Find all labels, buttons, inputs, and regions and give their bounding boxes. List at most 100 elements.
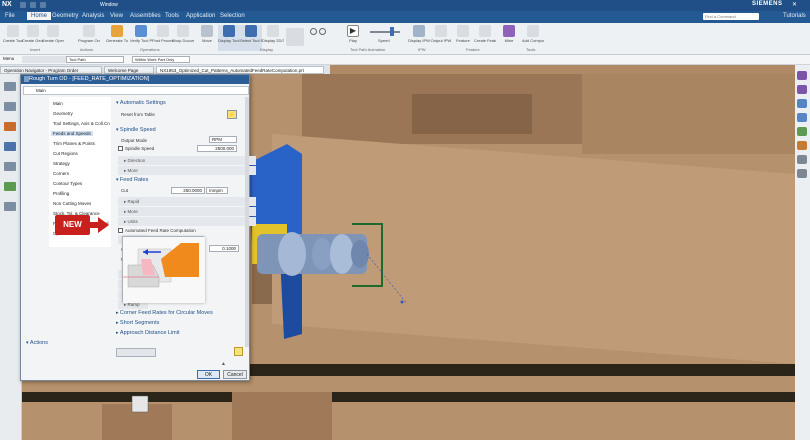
tree-item-selected[interactable]: Feeds and Speeds <box>51 131 93 136</box>
tree-item[interactable]: Contour Types <box>53 181 82 186</box>
ribbon-group-insert: Insert <box>30 47 41 52</box>
render-style-icon[interactable] <box>797 141 807 150</box>
dialog-scrollbar[interactable] <box>245 97 249 347</box>
reuse-library-icon[interactable] <box>4 162 16 171</box>
resource-bar-right <box>795 65 810 440</box>
fit-icon[interactable] <box>797 99 807 108</box>
part-navigator-icon[interactable] <box>4 102 16 111</box>
layer-icon[interactable] <box>797 169 807 178</box>
section-icon[interactable] <box>797 155 807 164</box>
roles-icon[interactable] <box>4 202 16 211</box>
tree-item[interactable]: Strategy <box>53 161 70 166</box>
display-tool-path-button[interactable]: Display Tool Path <box>218 25 240 51</box>
menu-geometry[interactable]: Geometry <box>52 13 78 19</box>
selection-icons[interactable] <box>22 56 72 63</box>
menu-home[interactable]: Home <box>27 12 52 20</box>
generate-tool-path-button[interactable]: Generate Tool Path <box>106 25 128 51</box>
menu-tools[interactable]: Tools <box>165 13 179 19</box>
tree-item[interactable]: Trim Planes & Points <box>53 141 95 146</box>
rotate-icon[interactable] <box>797 127 807 136</box>
view-icon[interactable] <box>797 71 807 80</box>
scope-select[interactable]: Within Work Part Only <box>132 56 190 63</box>
menu-button[interactable]: Menu <box>3 56 14 61</box>
app-logo[interactable]: NX <box>2 1 12 8</box>
feed-rates-header[interactable]: Feed Rates <box>116 177 148 183</box>
cut-feed-input[interactable]: 250.0000 <box>171 187 205 194</box>
csys-marker <box>131 395 149 413</box>
mine-button[interactable]: Mine <box>498 25 520 51</box>
dialog-gear-icon[interactable] <box>24 76 29 82</box>
window-menu[interactable]: Window <box>100 2 118 8</box>
menu-application[interactable]: Application <box>186 13 215 19</box>
dialog-title[interactable]: Rough Turn OD - [FEED_RATE_OPTIMIZATION] <box>21 75 249 84</box>
navigator-icon[interactable] <box>4 82 16 91</box>
create-tool-button[interactable]: Create Tool <box>2 25 24 51</box>
cut-label: Cut <box>121 188 129 193</box>
redo-icon[interactable] <box>40 2 46 8</box>
tree-item[interactable]: Tool Settings, Axis & Coll.Cn <box>53 121 110 126</box>
color-icon[interactable] <box>286 28 304 46</box>
more-feeds-subsection[interactable]: More <box>118 207 256 216</box>
create-operation-button[interactable]: Create Operation <box>42 25 64 51</box>
machine-tool-icon[interactable] <box>4 122 16 131</box>
save-icon[interactable] <box>20 2 26 8</box>
units-subsection[interactable]: Units <box>118 217 256 226</box>
type-filter-select[interactable]: Tool Path <box>66 56 124 63</box>
title-bar: NX Window SIEMENS ✕ <box>0 0 810 11</box>
auto-feed-checkbox[interactable] <box>118 228 123 233</box>
actions-header[interactable]: Actions <box>26 340 48 346</box>
close-icon[interactable]: ✕ <box>792 1 797 8</box>
command-search-input[interactable]: Find a Command <box>703 13 759 20</box>
zoom-icon[interactable] <box>797 113 807 122</box>
chip-thickness-input[interactable]: 0.1000 <box>209 245 239 252</box>
cancel-button[interactable]: Cancel <box>223 370 247 379</box>
dialog-search-bar[interactable]: Main <box>23 86 249 95</box>
move-button[interactable]: Move <box>196 25 218 51</box>
automatic-settings-header[interactable]: Automatic Settings <box>116 100 166 106</box>
menu-selection[interactable]: Selection <box>220 13 245 19</box>
history-icon[interactable] <box>4 182 16 191</box>
speed-slider[interactable]: Speed <box>370 26 410 43</box>
more-subsection[interactable]: More <box>118 166 256 175</box>
corner-feed-header[interactable]: Corner Feed Rates for Circular Moves <box>116 310 213 316</box>
new-badge: NEW <box>55 215 90 235</box>
menu-file[interactable]: File <box>5 13 15 19</box>
tree-item[interactable]: Cut Regions <box>53 151 78 156</box>
undo-icon[interactable] <box>30 2 36 8</box>
menu-assemblies[interactable]: Assemblies <box>130 13 161 19</box>
menu-view[interactable]: View <box>110 13 123 19</box>
tree-item[interactable]: Corners <box>53 171 69 176</box>
collapse-icon[interactable]: ▲ <box>221 361 226 367</box>
output-ipw-button[interactable]: Output IPW <box>430 25 452 51</box>
select-tool-path-button[interactable]: Select Tool Path <box>240 25 262 51</box>
tree-item[interactable]: Main <box>53 101 63 106</box>
feed-rate-callout <box>122 236 205 303</box>
tab-part-file[interactable]: NX1953_Optimized_Cut_Patterns_AutomatedF… <box>156 66 324 74</box>
shop-documentation-button[interactable]: Shop Documentation <box>172 25 194 51</box>
tree-item[interactable]: Non Cutting Moves <box>53 201 91 206</box>
short-segments-header[interactable]: Short Segments <box>116 320 159 326</box>
output-mode-select[interactable]: RPM <box>209 136 237 143</box>
reset-from-table-label: Reset from Table <box>121 112 155 117</box>
menu-analysis[interactable]: Analysis <box>82 13 104 19</box>
approach-limit-header[interactable]: Approach Distance Limit <box>116 330 180 336</box>
tree-item[interactable]: Profiling <box>53 191 69 196</box>
action-icons[interactable] <box>116 348 156 357</box>
tree-item[interactable]: Geometry <box>53 111 73 116</box>
rapid-subsection[interactable]: Rapid <box>118 197 256 206</box>
menu-tutorials[interactable]: Tutorials <box>783 13 806 19</box>
operation-navigator-icon[interactable] <box>4 142 16 151</box>
animation-controls[interactable] <box>310 28 340 46</box>
spindle-speed-checkbox[interactable] <box>118 146 123 151</box>
orient-icon[interactable] <box>797 85 807 94</box>
cut-unit-select[interactable]: mmpm <box>206 187 228 194</box>
generate-icon[interactable] <box>234 347 243 356</box>
ok-button[interactable]: OK <box>197 370 220 379</box>
tab-operation-navigator[interactable]: Operation Navigator - Program Order <box>0 66 102 74</box>
spindle-speed-header[interactable]: Spindle Speed <box>116 127 156 133</box>
tab-welcome[interactable]: Welcome Page <box>104 66 154 74</box>
workpiece-ring-2 <box>312 238 332 270</box>
spindle-speed-input[interactable]: 2500.000 <box>197 145 237 152</box>
reset-from-table-button[interactable]: ⚡ <box>227 110 237 119</box>
direction-subsection[interactable]: Direction <box>118 156 256 165</box>
